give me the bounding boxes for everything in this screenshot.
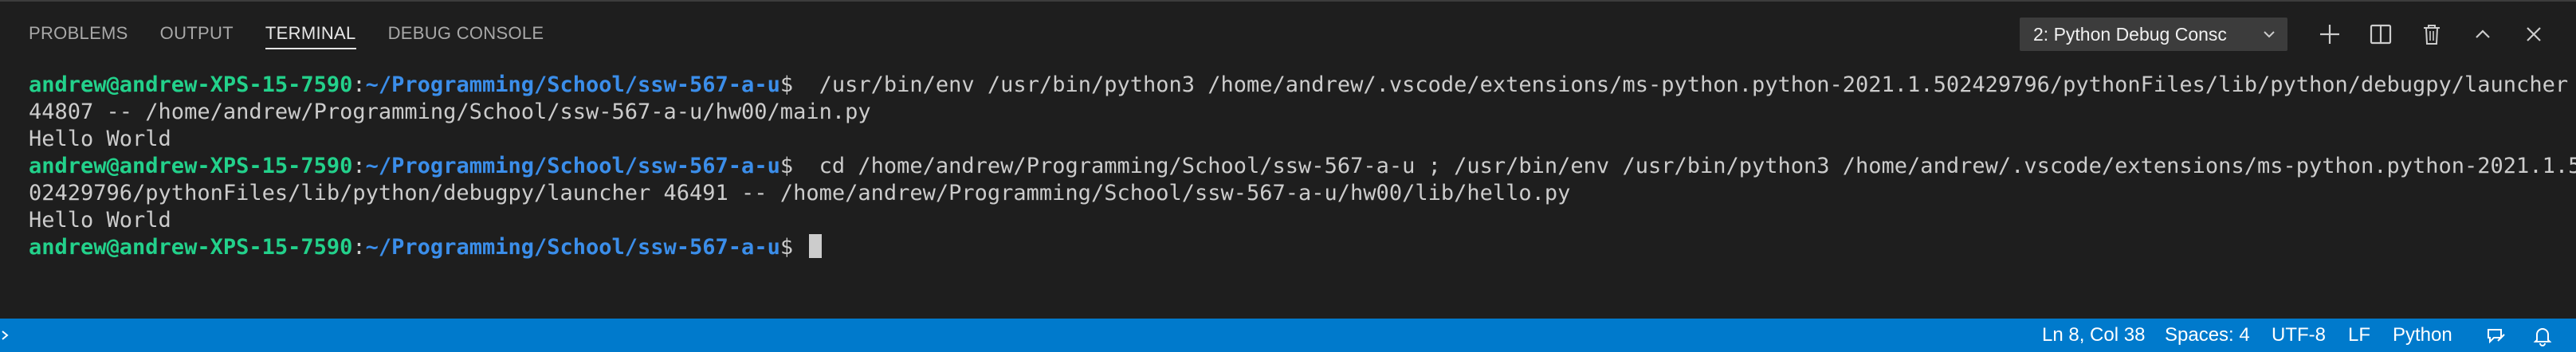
status-bar: Ln 8, Col 38 Spaces: 4 UTF-8 LF Python — [0, 319, 2576, 352]
close-panel-button[interactable] — [2519, 19, 2549, 49]
cursor-position[interactable]: Ln 8, Col 38 — [2042, 319, 2145, 352]
prompt-path: ~/Programming/School/ssw-567-a-u — [365, 72, 780, 97]
split-icon — [2370, 24, 2392, 45]
plus-icon — [2320, 25, 2339, 44]
tab-terminal[interactable]: TERMINAL — [265, 2, 356, 65]
terminal-command — [793, 235, 806, 260]
prompt-path: ~/Programming/School/ssw-567-a-u — [365, 154, 780, 178]
terminal-line: andrew@andrew-XPS-15-7590:~/Programming/… — [29, 72, 2568, 99]
terminal-command: cd /home/andrew/Programming/School/ssw-5… — [793, 154, 2576, 178]
panel-header: PROBLEMS OUTPUT TERMINAL DEBUG CONSOLE 2… — [0, 2, 2576, 65]
prompt-user: andrew@andrew-XPS-15-7590 — [29, 72, 353, 97]
prompt-user: andrew@andrew-XPS-15-7590 — [29, 154, 353, 178]
remote-icon — [2, 330, 9, 340]
terminal-command: /usr/bin/env /usr/bin/python3 /home/andr… — [793, 72, 2569, 97]
panel-actions — [2315, 19, 2570, 49]
prompt-separator: : — [352, 235, 366, 260]
kill-terminal-button[interactable] — [2417, 19, 2447, 49]
indentation[interactable]: Spaces: 4 — [2165, 319, 2250, 352]
terminal-cursor — [809, 234, 823, 258]
terminal-line: 02429796/pythonFiles/lib/python/debugpy/… — [29, 181, 1571, 205]
close-icon — [2527, 27, 2541, 41]
terminal-line: andrew@andrew-XPS-15-7590:~/Programming/… — [29, 153, 2576, 180]
maximize-panel-button[interactable] — [2468, 19, 2498, 49]
chevron-up-icon — [2476, 29, 2490, 38]
prompt-user: andrew@andrew-XPS-15-7590 — [29, 235, 353, 260]
prompt-symbol: $ — [779, 235, 794, 260]
prompt-separator: : — [352, 72, 366, 97]
terminal-line: Hello World — [29, 127, 171, 151]
terminal-line: Hello World — [29, 208, 171, 233]
trash-icon — [2424, 25, 2440, 45]
prompt-separator: : — [352, 154, 366, 178]
tab-output[interactable]: OUTPUT — [160, 2, 234, 65]
prompt-path: ~/Programming/School/ssw-567-a-u — [365, 235, 780, 260]
remote-indicator[interactable] — [0, 319, 11, 352]
terminal-select-value: 2: Python Debug Consc — [2033, 23, 2227, 45]
tab-problems[interactable]: PROBLEMS — [29, 2, 128, 65]
prompt-symbol: $ — [779, 154, 794, 178]
tab-debug-console[interactable]: DEBUG CONSOLE — [388, 2, 544, 65]
terminal-select-dropdown[interactable]: 2: Python Debug Consc — [2020, 18, 2287, 51]
prompt-symbol: $ — [779, 72, 794, 97]
terminal-line: 44807 -- /home/andrew/Programming/School… — [29, 100, 871, 124]
new-terminal-button[interactable] — [2315, 19, 2345, 49]
end-of-line[interactable]: LF — [2348, 319, 2370, 352]
terminal-line: andrew@andrew-XPS-15-7590:~/Programming/… — [29, 234, 2563, 261]
split-terminal-button[interactable] — [2366, 19, 2396, 49]
bell-icon[interactable] — [2531, 325, 2554, 347]
feedback-icon[interactable] — [2485, 325, 2507, 347]
language-mode[interactable]: Python — [2393, 319, 2452, 352]
panel-tabs: PROBLEMS OUTPUT TERMINAL DEBUG CONSOLE — [29, 2, 575, 65]
chevron-down-icon — [2264, 31, 2275, 38]
terminal-output[interactable]: andrew@andrew-XPS-15-7590:~/Programming/… — [29, 72, 2576, 319]
encoding[interactable]: UTF-8 — [2272, 319, 2326, 352]
